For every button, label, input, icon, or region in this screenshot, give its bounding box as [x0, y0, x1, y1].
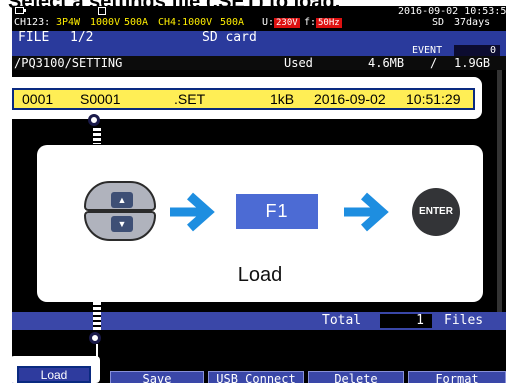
f3-usb-connect-key[interactable]: USB Connect	[208, 371, 304, 383]
total-row: Total 1 Files	[12, 312, 506, 330]
up-down-keys: ▲ ▼	[84, 181, 156, 241]
connector-dot-top	[88, 114, 100, 126]
status-row-top: 2016-09-02 10:53:59	[12, 6, 506, 17]
status-row-channels: CH123: 3P4W 1000V 500A CH4:1000V 500A U:…	[12, 17, 506, 28]
sd-label: SD	[432, 17, 445, 28]
battery-icon	[15, 7, 26, 14]
f2-save-key[interactable]: Save	[110, 371, 204, 383]
right-arrow-icon-2	[344, 192, 389, 232]
used-value: 4.6MB	[368, 56, 405, 70]
connector-dot-bottom	[89, 332, 101, 344]
file-size: 1kB	[270, 91, 295, 107]
datetime: 2016-09-02 10:53:59	[398, 6, 506, 17]
wiring-mode: 3P4W	[56, 17, 81, 28]
f-label: f:	[304, 17, 317, 28]
down-arrow-icon: ▼	[111, 216, 133, 232]
u-value-badge: 230V	[274, 18, 300, 28]
ch4-range: CH4:1000V	[158, 17, 213, 28]
current-range-4: 500A	[220, 17, 245, 28]
screen-title: FILE	[18, 30, 50, 45]
file-header-bar: FILE 1/2 SD card EVENT 0	[12, 31, 506, 58]
up-key: ▲	[84, 181, 156, 211]
file-number: 0001	[22, 91, 54, 107]
event-label: EVENT	[412, 45, 443, 56]
sd-card-icon	[98, 7, 106, 15]
total-label: Total	[322, 313, 362, 328]
current-range-1: 500A	[124, 17, 149, 28]
u-label: U:	[262, 17, 275, 28]
f5-format-key[interactable]: Format	[408, 371, 506, 383]
popup-caption: Load	[237, 264, 283, 286]
event-count: 0	[454, 45, 500, 56]
right-arrow-icon	[170, 192, 215, 232]
down-key: ▼	[84, 211, 156, 241]
voltage-range-1: 1000V	[90, 17, 121, 28]
file-time: 10:51:29	[406, 91, 461, 107]
path-row: /PQ3100/SETTING Used 4.6MB / 1.9GB	[12, 56, 506, 70]
enter-key: ENTER	[412, 188, 460, 236]
up-arrow-icon: ▲	[111, 192, 133, 208]
f4-delete-key[interactable]: Delete	[308, 371, 404, 383]
connector-beads-top	[93, 128, 101, 144]
f-value-badge: 50Hz	[316, 18, 342, 28]
used-label: Used	[284, 56, 313, 70]
channel-label: CH123:	[14, 17, 51, 28]
file-extension: .SET	[174, 91, 206, 107]
f1-key: F1	[236, 194, 318, 229]
file-name: S0001	[80, 91, 121, 107]
page-indicator: 1/2	[70, 30, 94, 45]
selected-file-row[interactable]: 0001 S0001 .SET 1kB 2016-09-02 10:51:29	[12, 88, 475, 110]
files-label: Files	[444, 313, 484, 328]
capacity-value: 1.9GB	[454, 56, 491, 70]
total-count: 1	[380, 314, 432, 328]
days-remaining: 37days	[454, 17, 491, 28]
capacity-separator: /	[430, 56, 438, 70]
folder-path: /PQ3100/SETTING	[14, 56, 123, 70]
connector-beads-bottom	[93, 302, 101, 332]
load-button[interactable]: Load	[17, 366, 91, 383]
list-scrollbar[interactable]	[497, 70, 502, 315]
media-label: SD card	[202, 30, 257, 45]
file-date: 2016-09-02	[314, 91, 386, 107]
